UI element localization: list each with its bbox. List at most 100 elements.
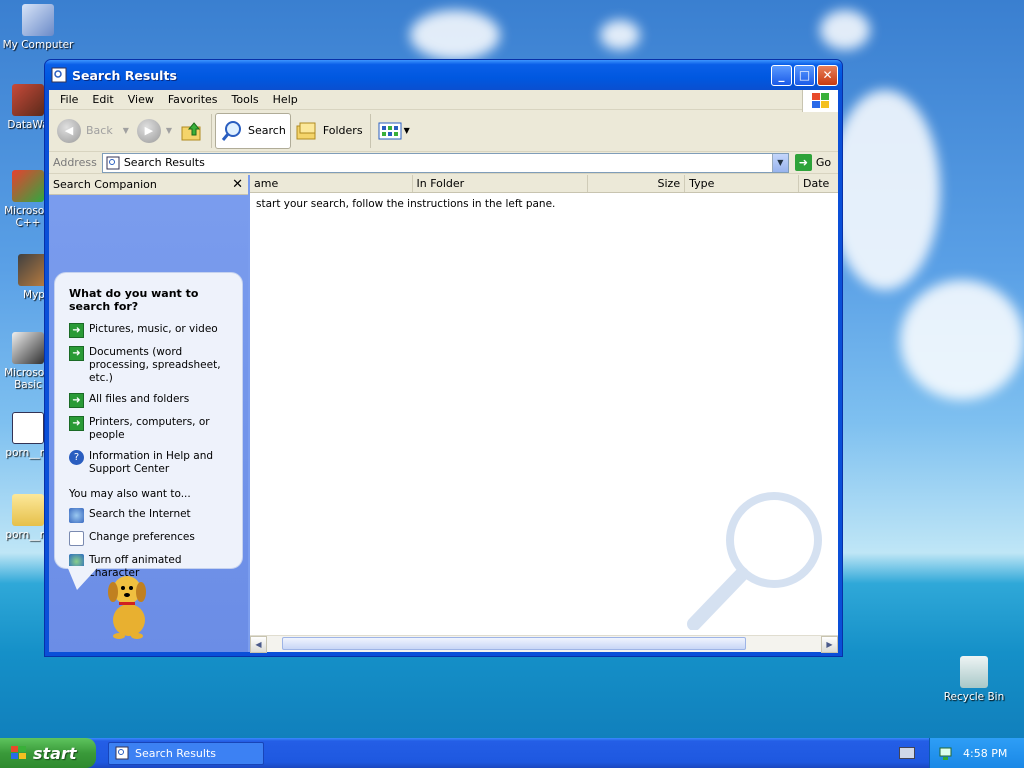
close-pane-icon[interactable]: ✕ — [232, 177, 243, 192]
column-in-folder[interactable]: In Folder — [413, 175, 588, 192]
go-label: Go — [815, 156, 832, 169]
go-arrow-icon: ➜ — [794, 154, 812, 171]
option-printers[interactable]: ➜ Printers, computers, or people — [69, 416, 232, 442]
address-label: Address — [53, 156, 97, 169]
option-documents[interactable]: ➜ Documents (word processing, spreadsheet… — [69, 346, 232, 385]
character-icon — [69, 554, 84, 569]
start-button[interactable]: start — [0, 738, 96, 768]
option-all-files[interactable]: ➜ All files and folders — [69, 393, 232, 408]
menu-file[interactable]: File — [53, 93, 85, 106]
taskbar-item-search-results[interactable]: Search Results — [108, 741, 264, 765]
scroll-right-button[interactable]: ▶ — [821, 635, 838, 653]
taskbar-item-label: Search Results — [135, 746, 217, 760]
desktop-icon-recycle-bin[interactable]: Recycle Bin — [936, 656, 1012, 703]
chevron-down-icon: ▼ — [403, 126, 410, 135]
window-title: Search Results — [72, 67, 177, 83]
preferences-icon — [69, 531, 84, 546]
option-label: All files and folders — [89, 393, 190, 405]
close-button[interactable]: ✕ — [817, 64, 838, 86]
back-arrow-icon: ◀ — [57, 118, 81, 143]
address-bar: Address Search Results ▼ ➜ Go — [49, 152, 838, 174]
search-window-icon — [51, 67, 67, 83]
up-folder-button[interactable] — [176, 113, 208, 149]
option-label: Pictures, music, or video — [89, 323, 218, 335]
address-dropdown-button[interactable]: ▼ — [771, 153, 788, 172]
help-icon: ? — [69, 450, 84, 465]
desktop-icon-my-computer[interactable]: My Computer — [0, 4, 76, 51]
results-pane: ame In Folder Size Type Date start your … — [248, 175, 838, 653]
windows-logo-icon — [802, 90, 838, 112]
keyboard-icon[interactable] — [899, 747, 915, 759]
search-icon — [221, 120, 242, 141]
app-icon — [12, 170, 44, 202]
desktop-icon-label: My Computer — [2, 39, 74, 51]
internet-search-icon — [69, 508, 84, 523]
views-icon — [378, 122, 402, 139]
option-search-internet[interactable]: Search the Internet — [69, 508, 232, 523]
back-button[interactable]: ◀ Back ▼ — [53, 113, 133, 149]
go-button[interactable]: ➜ Go — [794, 154, 832, 171]
folder-icon — [12, 494, 44, 526]
back-label: Back — [86, 124, 113, 137]
address-value: Search Results — [123, 156, 205, 169]
option-label: Printers, computers, or people — [89, 416, 210, 441]
app-icon — [12, 332, 44, 364]
network-icon[interactable] — [938, 746, 953, 761]
start-label: start — [33, 743, 77, 763]
search-button[interactable]: Search — [215, 112, 291, 149]
option-help[interactable]: ? Information in Help and Support Center — [69, 450, 232, 476]
magnifier-watermark-icon — [687, 492, 822, 630]
search-label: Search — [248, 124, 286, 137]
also-label: You may also want to... — [69, 488, 191, 500]
option-label: Search the Internet — [89, 508, 191, 520]
views-button[interactable]: ▼ — [374, 113, 414, 149]
search-results-icon — [106, 156, 120, 169]
horizontal-scrollbar[interactable]: ◀ ▶ — [250, 635, 838, 653]
option-change-preferences[interactable]: Change preferences — [69, 531, 232, 546]
folders-icon — [296, 122, 316, 139]
search-companion-title: Search Companion — [53, 178, 157, 191]
menu-help[interactable]: Help — [266, 93, 305, 106]
address-input[interactable]: Search Results ▼ — [101, 152, 789, 173]
document-icon — [12, 412, 44, 444]
search-dog-character[interactable] — [99, 568, 159, 640]
menu-view[interactable]: View — [121, 93, 161, 106]
chevron-down-icon: ▼ — [165, 126, 173, 135]
forward-button[interactable]: ▶ ▼ — [133, 113, 176, 149]
minimize-button[interactable]: _ — [771, 64, 792, 86]
search-companion-bubble: What do you want to search for? ➜ Picture… — [54, 272, 243, 590]
menu-bar: File Edit View Favorites Tools Help — [49, 90, 838, 112]
search-window-icon — [115, 746, 129, 760]
system-tray: 4:58 PM — [929, 738, 1024, 768]
option-label: Information in Help and Support Center — [89, 450, 214, 475]
column-date[interactable]: Date — [799, 175, 838, 192]
column-size[interactable]: Size — [588, 175, 686, 192]
computer-icon — [22, 4, 54, 36]
clock[interactable]: 4:58 PM — [963, 747, 1007, 760]
windows-flag-icon — [11, 746, 26, 759]
desktop-icon-label: Recycle Bin — [943, 691, 1005, 703]
column-type[interactable]: Type — [685, 175, 799, 192]
menu-tools[interactable]: Tools — [225, 93, 266, 106]
menu-favorites[interactable]: Favorites — [161, 93, 225, 106]
title-bar[interactable]: Search Results _ □ ✕ — [45, 60, 842, 90]
menu-edit[interactable]: Edit — [85, 93, 120, 106]
app-icon — [12, 84, 44, 116]
search-results-window: Search Results _ □ ✕ File Edit View Favo… — [44, 59, 843, 657]
up-folder-icon — [181, 121, 201, 140]
forward-arrow-icon: ▶ — [136, 118, 161, 143]
chevron-down-icon: ▼ — [122, 126, 129, 135]
search-question: What do you want to search for? — [69, 287, 199, 313]
option-pictures[interactable]: ➜ Pictures, music, or video — [69, 323, 232, 338]
arrow-right-icon: ➜ — [69, 393, 84, 408]
folders-button[interactable]: Folders — [291, 113, 367, 149]
arrow-right-icon: ➜ — [69, 323, 84, 338]
arrow-right-icon: ➜ — [69, 346, 84, 361]
scroll-left-button[interactable]: ◀ — [250, 635, 267, 653]
taskbar: start Search Results 4:58 PM — [0, 738, 1024, 768]
column-name[interactable]: ame — [250, 175, 413, 192]
maximize-button[interactable]: □ — [794, 64, 815, 86]
folders-label: Folders — [322, 124, 363, 137]
scroll-thumb[interactable] — [282, 637, 746, 650]
option-label: Documents (word processing, spreadsheet,… — [89, 346, 221, 384]
